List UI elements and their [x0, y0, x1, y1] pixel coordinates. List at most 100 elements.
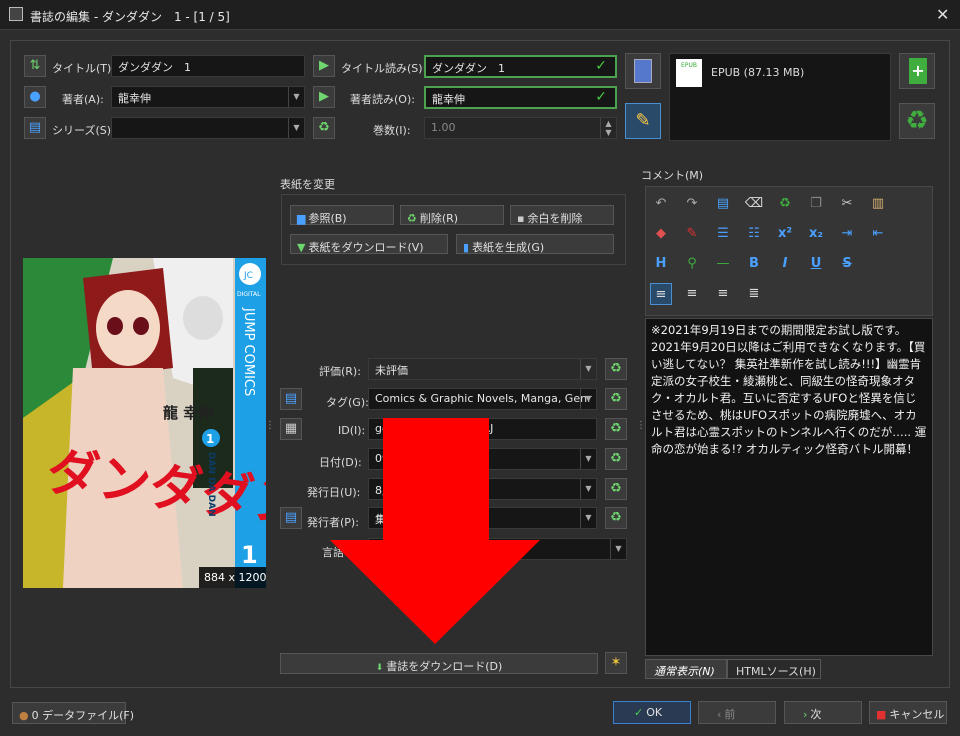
- align-right-icon[interactable]: ≡: [712, 283, 734, 305]
- author-reading-input[interactable]: 龍幸伸 ✓: [424, 86, 617, 109]
- check-icon: ✓: [634, 706, 644, 719]
- chevron-down-icon[interactable]: ▼: [288, 87, 304, 107]
- paste-icon[interactable]: ▥: [867, 193, 889, 215]
- background-color-icon[interactable]: ◆: [650, 223, 672, 245]
- epub-icon-text: EPUB: [681, 62, 697, 69]
- chevron-down-icon[interactable]: ▼: [580, 359, 596, 379]
- align-left-icon[interactable]: ≡: [650, 283, 672, 305]
- author-input[interactable]: 龍幸伸 ▼: [111, 86, 305, 108]
- date-clear-recycle-icon[interactable]: ♻: [605, 448, 627, 470]
- series-input[interactable]: ▼: [111, 117, 305, 139]
- volume-input[interactable]: 1.00 ▲ ▼: [424, 117, 617, 139]
- cancel-button[interactable]: ■ キャンセル: [869, 701, 947, 724]
- prev-button[interactable]: ‹ 前: [698, 701, 776, 724]
- recycle-icon[interactable]: ♻: [774, 193, 796, 215]
- copy-icon[interactable]: ❐: [805, 193, 827, 215]
- tags-editor-icon[interactable]: ▤: [280, 388, 302, 410]
- chevron-left-icon: ‹: [717, 708, 722, 721]
- download-metadata-button[interactable]: ⬇ 書誌をダウンロード(D): [280, 653, 598, 674]
- tab-html-source[interactable]: HTMLソース(H): [727, 659, 821, 679]
- cut-icon[interactable]: ✂: [836, 193, 858, 215]
- series-list-icon[interactable]: ▤: [24, 117, 46, 139]
- outdent-icon[interactable]: ⇤: [867, 223, 889, 245]
- cover-image[interactable]: JC DIGITAL JUMP COMICS 龍 幸伸 ダンダダン 1 DAN …: [23, 258, 266, 588]
- title-swap-icon[interactable]: ⇅: [24, 55, 46, 77]
- eraser-icon[interactable]: ⌫: [743, 193, 765, 215]
- generate-cover-dropdown[interactable]: ▮ 表紙を生成(G): [456, 234, 614, 254]
- redo-icon[interactable]: ↷: [681, 193, 703, 215]
- author-reading-value: 龍幸伸: [432, 93, 465, 106]
- ok-label: OK: [646, 706, 663, 719]
- tags-clear-recycle-icon[interactable]: ♻: [605, 388, 627, 410]
- data-files-label: 0 データファイル(F): [31, 709, 135, 722]
- title-reading-arrow-button[interactable]: ▶: [313, 55, 335, 77]
- add-format-button[interactable]: +: [899, 53, 935, 89]
- format-entry[interactable]: EPUB (87.13 MB): [711, 66, 804, 79]
- id-paste-icon[interactable]: ▦: [280, 418, 302, 440]
- chevron-down-icon[interactable]: ▼: [610, 539, 626, 559]
- download-metadata-label: 書誌をダウンロード(D): [386, 660, 503, 673]
- author-label: 著者(A):: [62, 93, 104, 106]
- delete-cover-button[interactable]: ♻ 削除(R): [400, 205, 504, 225]
- edit-pencil-button[interactable]: ✎: [625, 103, 661, 139]
- folder-icon: ▆: [297, 212, 306, 225]
- align-justify-icon[interactable]: ≣: [743, 283, 765, 305]
- remove-format-recycle-button[interactable]: ♻: [899, 103, 935, 139]
- comment-editor[interactable]: ※2021年9月19日までの期間限定お試し版です。2021年9月20日以降はご利…: [645, 318, 933, 656]
- next-button[interactable]: › 次: [784, 701, 862, 724]
- trim-label: 余白を削除: [527, 212, 583, 225]
- pubdate-clear-recycle-icon[interactable]: ♻: [605, 478, 627, 500]
- italic-icon[interactable]: I: [774, 253, 796, 275]
- download-cover-button[interactable]: ▼ 表紙をダウンロード(V): [290, 234, 448, 254]
- tab-normal-view[interactable]: 通常表示(N): [645, 659, 727, 679]
- ordered-list-icon[interactable]: ☰: [712, 223, 734, 245]
- cover-romaji-text: DAN DA DAN: [206, 452, 216, 517]
- publisher-clear-recycle-icon[interactable]: ♻: [605, 507, 627, 529]
- bold-icon[interactable]: B: [743, 253, 765, 275]
- generate-cover-button[interactable]: [625, 53, 661, 89]
- browse-cover-button[interactable]: ▆ 参照(B): [290, 205, 394, 225]
- volume-label: 巻数(I):: [373, 124, 411, 137]
- close-icon[interactable]: ✕: [936, 5, 949, 24]
- chevron-down-icon[interactable]: ▼: [580, 389, 596, 409]
- publisher-list-icon[interactable]: ▤: [280, 507, 302, 529]
- window-title: 書誌の編集 - ダンダダン 1 - [1 / 5]: [30, 10, 230, 24]
- cover-volume-badge: 1: [206, 432, 214, 446]
- configure-download-icon[interactable]: ✶: [605, 652, 627, 674]
- cover-icon: [634, 59, 652, 83]
- indent-icon[interactable]: ⇥: [836, 223, 858, 245]
- text-color-icon[interactable]: ✎: [681, 223, 703, 245]
- author-reading-arrow-button[interactable]: ▶: [313, 86, 335, 108]
- chevron-down-icon[interactable]: ▼: [580, 508, 596, 528]
- rating-clear-recycle-icon[interactable]: ♻: [605, 358, 627, 380]
- title-reading-input[interactable]: ダンダダン 1 ✓: [424, 55, 617, 78]
- author-person-icon[interactable]: ●: [24, 86, 46, 108]
- undo-icon[interactable]: ↶: [650, 193, 672, 215]
- id-clear-recycle-icon[interactable]: ♻: [605, 418, 627, 440]
- chevron-down-icon[interactable]: ▼: [580, 449, 596, 469]
- recycle-icon: ♻: [407, 212, 417, 225]
- heading-icon[interactable]: H: [650, 253, 672, 275]
- spinner-icon[interactable]: ▲ ▼: [600, 118, 616, 138]
- select-all-icon[interactable]: ▤: [712, 193, 734, 215]
- horizontal-rule-icon[interactable]: —: [712, 253, 734, 275]
- link-icon[interactable]: ⚲: [681, 253, 703, 275]
- left-splitter-handle[interactable]: ⋮: [265, 420, 275, 431]
- align-center-icon[interactable]: ≡: [681, 283, 703, 305]
- strikethrough-icon[interactable]: S: [836, 253, 858, 275]
- trim-cover-button[interactable]: ▪ 余白を削除: [510, 205, 614, 225]
- series-clear-recycle-icon[interactable]: ♻: [313, 117, 335, 139]
- right-splitter-handle[interactable]: ⋮: [636, 420, 646, 431]
- ok-button[interactable]: ✓ OK: [613, 701, 691, 724]
- data-files-button[interactable]: ● 0 データファイル(F): [12, 702, 134, 724]
- rating-select[interactable]: 未評価 ▼: [368, 358, 597, 380]
- chevron-down-icon[interactable]: ▼: [580, 479, 596, 499]
- underline-icon[interactable]: U: [805, 253, 827, 275]
- title-input[interactable]: ダンダダン 1: [111, 55, 305, 77]
- superscript-icon[interactable]: x²: [774, 223, 796, 245]
- unordered-list-icon[interactable]: ☷: [743, 223, 765, 245]
- tags-input[interactable]: Comics & Graphic Novels, Manga, Genr ▼: [368, 388, 597, 410]
- formats-list[interactable]: EPUB EPUB (87.13 MB): [669, 53, 891, 141]
- chevron-down-icon[interactable]: ▼: [288, 118, 304, 138]
- subscript-icon[interactable]: x₂: [805, 223, 827, 245]
